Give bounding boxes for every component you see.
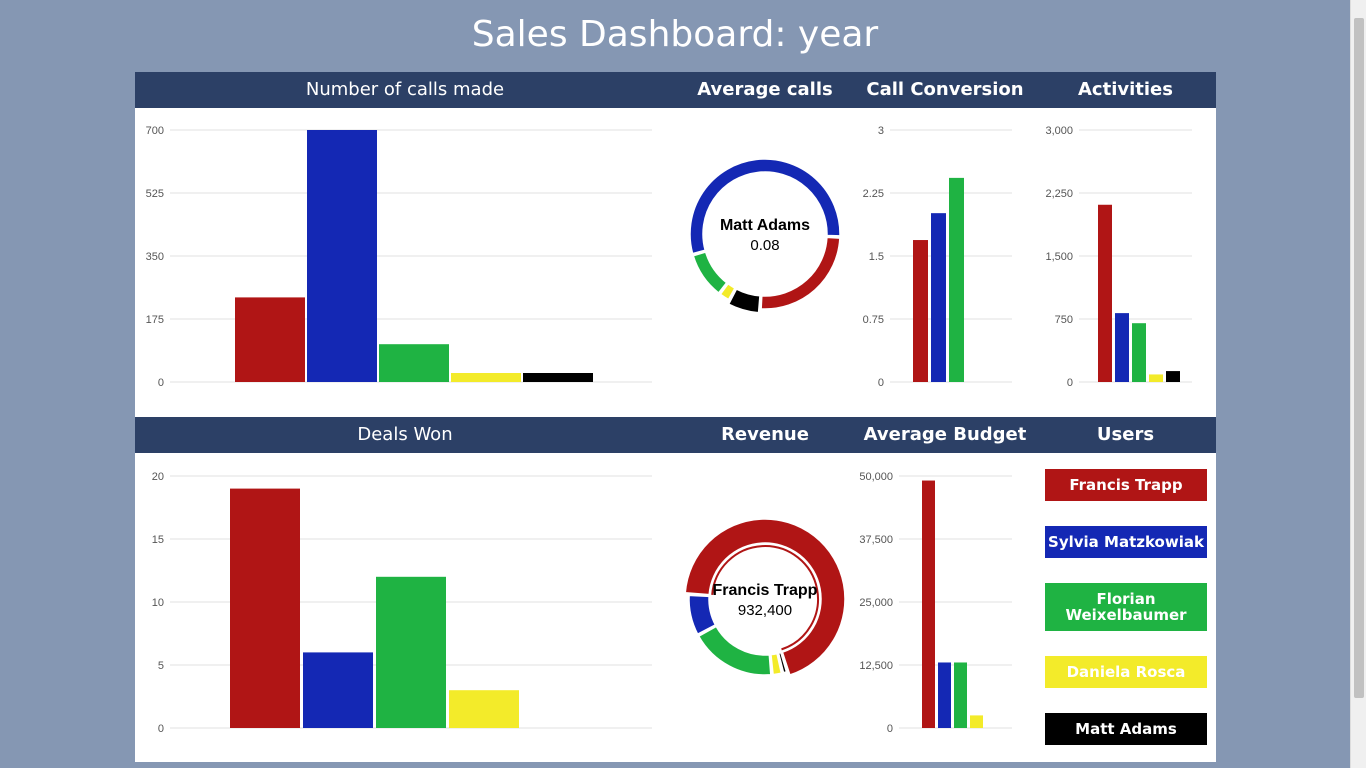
bar-daniela-rosca[interactable] bbox=[1149, 374, 1163, 382]
bar-francis-trapp[interactable] bbox=[235, 297, 305, 382]
bar-francis-trapp[interactable] bbox=[1098, 204, 1112, 382]
deals-header: Deals Won bbox=[357, 424, 453, 445]
y-tick-label: 0 bbox=[1067, 377, 1073, 389]
y-tick-label: 525 bbox=[146, 188, 164, 200]
bottom-row-panel: Deals Won Revenue Average Budget Users 0… bbox=[135, 417, 1216, 762]
y-tick-label: 3,000 bbox=[1045, 125, 1073, 137]
donut-center-value: 0.08 bbox=[750, 237, 779, 254]
y-tick-label: 25,000 bbox=[859, 597, 893, 609]
top-row-header: Number of calls made Average calls Call … bbox=[135, 72, 1216, 108]
user-button-florian-weixelbaumer[interactable]: Florian Weixelbaumer bbox=[1045, 583, 1207, 631]
donut-center-label: Francis Trapp bbox=[713, 582, 818, 599]
calls-header: Number of calls made bbox=[305, 79, 505, 100]
revenue-header: Revenue bbox=[721, 424, 809, 445]
y-tick-label: 1.5 bbox=[869, 251, 884, 263]
donut-slice-florian-weixelbaumer[interactable] bbox=[692, 251, 728, 294]
bar-florian-weixelbaumer[interactable] bbox=[1132, 323, 1146, 382]
calls-bar-chart: 0 175 350 525 700 bbox=[146, 125, 652, 389]
bar-florian-weixelbaumer[interactable] bbox=[376, 576, 446, 728]
y-tick-label: 20 bbox=[152, 471, 164, 483]
bar-daniela-rosca[interactable] bbox=[449, 690, 519, 728]
bar-daniela-rosca[interactable] bbox=[970, 715, 983, 728]
bar-daniela-rosca[interactable] bbox=[451, 373, 521, 382]
y-tick-label: 350 bbox=[146, 251, 164, 263]
y-tick-label: 750 bbox=[1055, 314, 1073, 326]
donut-slice-matt-adams[interactable] bbox=[727, 288, 761, 314]
conversion-bar-chart: 0 0.75 1.5 2.25 3 bbox=[863, 125, 1012, 389]
activities-bar-chart: 0 750 1,500 2,250 3,000 bbox=[1045, 125, 1192, 389]
bar-sylvia-matzkowiak[interactable] bbox=[303, 652, 373, 728]
y-tick-label: 0 bbox=[878, 377, 884, 389]
y-tick-label: 37,500 bbox=[859, 534, 893, 546]
bar-francis-trapp[interactable] bbox=[922, 480, 935, 728]
bar-florian-weixelbaumer[interactable] bbox=[379, 344, 449, 382]
y-tick-label: 3 bbox=[878, 125, 884, 137]
y-tick-label: 15 bbox=[152, 534, 164, 546]
bar-sylvia-matzkowiak[interactable] bbox=[938, 662, 951, 728]
y-tick-label: 0.75 bbox=[863, 314, 884, 326]
users-header: Users bbox=[1096, 424, 1155, 445]
y-tick-label: 2,250 bbox=[1045, 188, 1073, 200]
y-tick-label: 700 bbox=[146, 125, 164, 137]
y-tick-label: 0 bbox=[158, 377, 164, 389]
y-tick-label: 10 bbox=[152, 597, 164, 609]
y-tick-label: 0 bbox=[887, 723, 893, 735]
y-tick-label: 12,500 bbox=[859, 660, 893, 672]
bar-sylvia-matzkowiak[interactable] bbox=[931, 213, 946, 382]
bar-matt-adams[interactable] bbox=[523, 373, 593, 382]
conversion-header: Call Conversion bbox=[866, 79, 1024, 100]
user-button-label: Florian Weixelbaumer bbox=[1065, 590, 1187, 624]
deals-bar-chart: 0 5 10 15 20 bbox=[152, 471, 652, 735]
bar-florian-weixelbaumer[interactable] bbox=[954, 662, 967, 728]
revenue-donut-chart: Francis Trapp 932,400 bbox=[684, 518, 846, 676]
donut-center-value: 932,400 bbox=[738, 602, 792, 619]
user-button-sylvia-matzkowiak[interactable]: Sylvia Matzkowiak bbox=[1045, 526, 1207, 558]
y-tick-label: 175 bbox=[146, 314, 164, 326]
y-tick-label: 5 bbox=[158, 660, 164, 672]
scrollbar-thumb[interactable] bbox=[1354, 18, 1364, 698]
user-button-francis-trapp[interactable]: Francis Trapp bbox=[1045, 469, 1207, 501]
avg-calls-header: Average calls bbox=[697, 79, 833, 100]
user-button-matt-adams[interactable]: Matt Adams bbox=[1045, 713, 1207, 745]
page-title: Sales Dashboard: year bbox=[471, 14, 879, 55]
top-row-panel: Number of calls made Average calls Call … bbox=[135, 72, 1216, 417]
y-tick-label: 50,000 bbox=[859, 471, 893, 483]
y-tick-label: 0 bbox=[158, 723, 164, 735]
bar-sylvia-matzkowiak[interactable] bbox=[1115, 313, 1129, 382]
user-button-label: Sylvia Matzkowiak bbox=[1048, 533, 1204, 551]
bar-florian-weixelbaumer[interactable] bbox=[949, 177, 964, 382]
user-button-label: Francis Trapp bbox=[1069, 476, 1183, 494]
y-tick-label: 1,500 bbox=[1045, 251, 1073, 263]
budget-header: Average Budget bbox=[863, 424, 1027, 445]
user-button-daniela-rosca[interactable]: Daniela Rosca bbox=[1045, 656, 1207, 688]
donut-center-label: Matt Adams bbox=[720, 217, 810, 234]
bar-matt-adams[interactable] bbox=[1166, 371, 1180, 382]
bar-francis-trapp[interactable] bbox=[230, 488, 300, 728]
bar-francis-trapp[interactable] bbox=[913, 240, 928, 382]
bottom-row-header: Deals Won Revenue Average Budget Users bbox=[135, 417, 1216, 453]
page-scrollbar[interactable] bbox=[1350, 0, 1366, 768]
y-tick-label: 2.25 bbox=[863, 188, 884, 200]
bar-sylvia-matzkowiak[interactable] bbox=[307, 130, 377, 382]
user-button-label: Matt Adams bbox=[1075, 720, 1177, 738]
avg-calls-donut-chart: Matt Adams 0.08 bbox=[689, 158, 841, 314]
donut-slice-florian-weixelbaumer[interactable] bbox=[697, 625, 772, 676]
user-button-label: Daniela Rosca bbox=[1066, 663, 1186, 681]
activities-header: Activities bbox=[1078, 79, 1173, 100]
budget-bar-chart: 0 12,500 25,000 37,500 50,000 bbox=[859, 471, 1012, 735]
